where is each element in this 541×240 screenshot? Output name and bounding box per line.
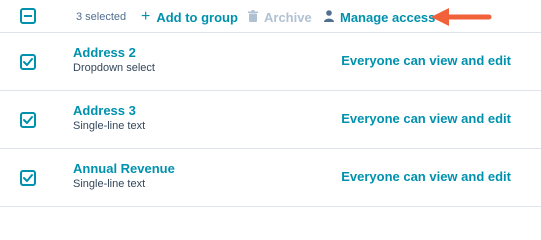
arrow-left-icon (431, 8, 492, 26)
select-all-checkbox[interactable] (20, 8, 36, 24)
trash-icon (248, 10, 258, 24)
access-level-link[interactable]: Everyone can view and edit (341, 111, 511, 126)
row-checkbox[interactable] (20, 112, 36, 128)
plus-icon: + (141, 8, 151, 25)
checkmark-icon (23, 58, 33, 66)
property-name-link[interactable]: Address 2 (73, 45, 136, 60)
archive-label: Archive (264, 9, 312, 25)
add-to-group-label: Add to group (156, 9, 238, 25)
table-row: Address 3 Single-line text Everyone can … (0, 91, 541, 149)
property-type: Single-line text (73, 120, 146, 132)
table-row: Address 2 Dropdown select Everyone can v… (0, 33, 541, 91)
indeterminate-icon (24, 15, 32, 17)
checkmark-icon (23, 174, 33, 182)
selected-count: 3 selected (76, 11, 127, 23)
row-checkbox[interactable] (20, 54, 36, 70)
access-level-link[interactable]: Everyone can view and edit (341, 53, 511, 68)
user-icon (324, 10, 334, 24)
access-level-link[interactable]: Everyone can view and edit (341, 169, 511, 184)
property-name-link[interactable]: Address 3 (73, 103, 136, 118)
checkmark-icon (23, 116, 33, 124)
row-checkbox[interactable] (20, 170, 36, 186)
archive-button[interactable]: Archive (248, 9, 312, 25)
property-type: Single-line text (73, 178, 146, 190)
property-name-link[interactable]: Annual Revenue (73, 161, 175, 176)
add-to-group-button[interactable]: + Add to group (141, 9, 238, 25)
manage-access-label: Manage access (340, 9, 436, 25)
table-row: Annual Revenue Single-line text Everyone… (0, 149, 541, 207)
property-type: Dropdown select (73, 62, 155, 74)
bulk-action-toolbar: 3 selected + Add to group Archive Manage… (0, 0, 541, 33)
manage-access-button[interactable]: Manage access (324, 9, 435, 25)
